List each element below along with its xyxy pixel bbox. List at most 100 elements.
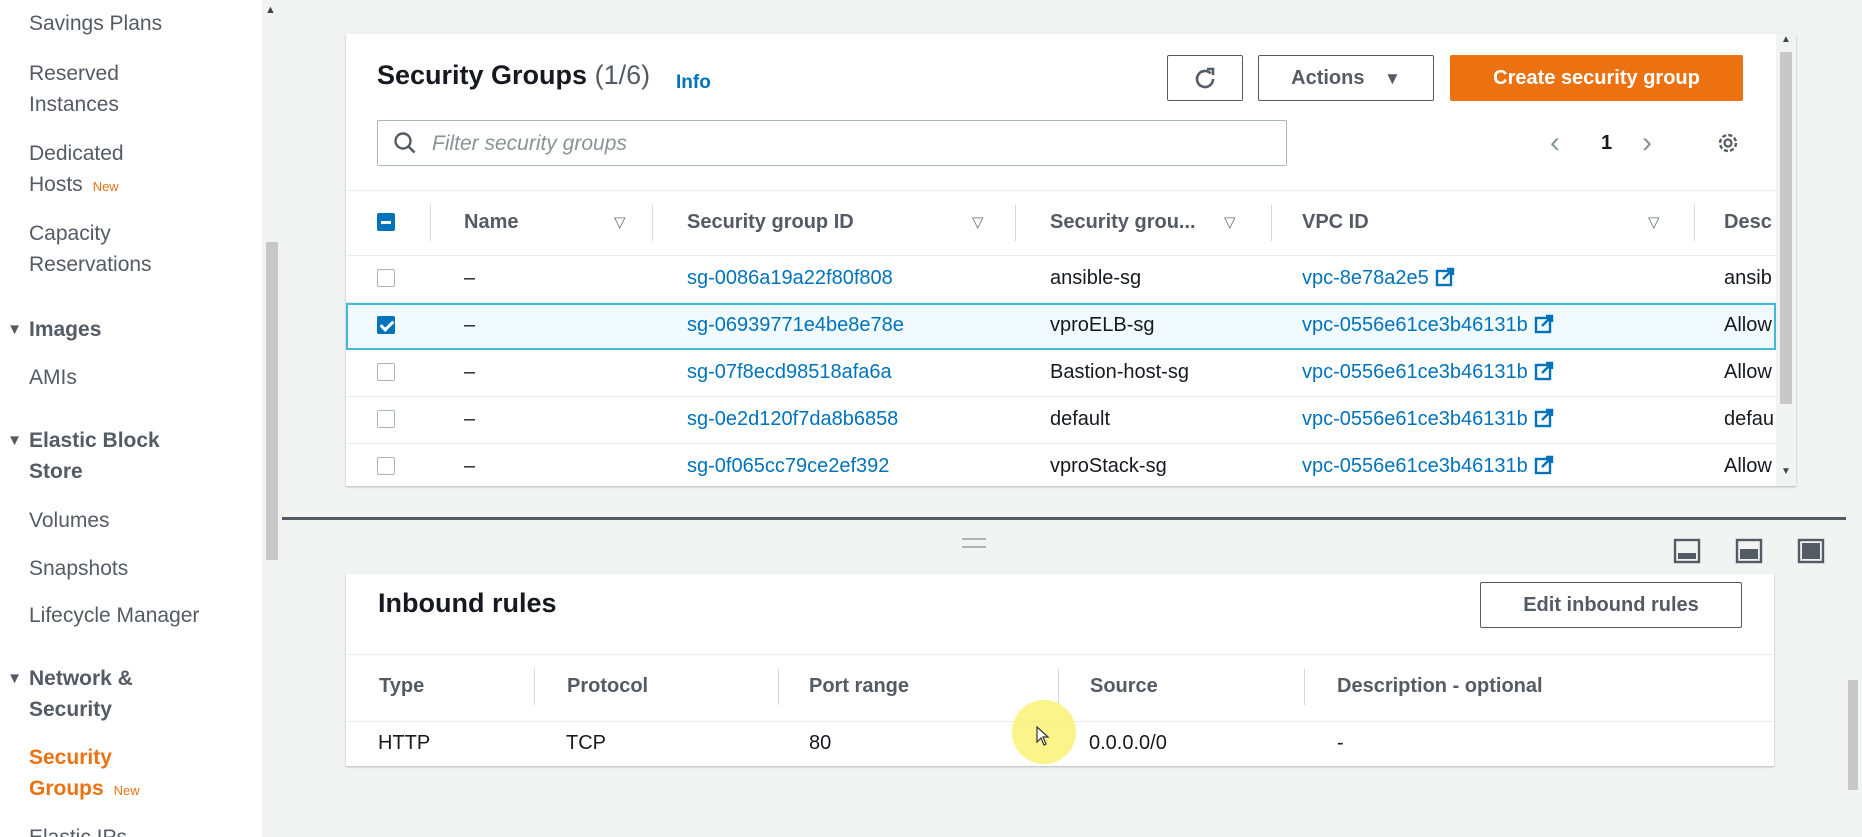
- filter-box[interactable]: [377, 120, 1287, 166]
- sidebar: Savings Plans Reserved Instances Dedicate…: [0, 0, 262, 837]
- sidebar-section-images[interactable]: ▼ Images: [0, 314, 101, 345]
- table-scrollbar[interactable]: ▲ ▼: [1776, 34, 1796, 486]
- security-groups-panel: Security Groups (1/6) Info Actions ▼ Cre…: [346, 34, 1796, 486]
- row-checkbox[interactable]: [377, 269, 395, 287]
- table-row[interactable]: – sg-07f8ecd98518afa6a Bastion-host-sg v…: [346, 350, 1776, 397]
- cell-description: ansib: [1724, 267, 1772, 289]
- sidebar-item-label: Elastic IPs: [29, 826, 127, 837]
- scroll-up-icon[interactable]: ▲: [265, 4, 276, 16]
- column-header-security-group-name[interactable]: Security grou...: [1050, 211, 1196, 234]
- split-divider[interactable]: [282, 517, 1846, 520]
- sidebar-section-elastic-block-store[interactable]: ▼ Elastic Block Store: [0, 425, 160, 487]
- page-number[interactable]: 1: [1601, 132, 1612, 155]
- row-checkbox[interactable]: [377, 457, 395, 475]
- sidebar-item-label: Lifecycle Manager: [29, 604, 200, 627]
- sidebar-section-label: Images: [29, 318, 102, 341]
- sidebar-item-dedicated-hosts[interactable]: Dedicated Hosts New: [29, 138, 124, 202]
- security-group-id-link[interactable]: sg-0086a19a22f80f808: [687, 267, 893, 290]
- security-group-id-link[interactable]: sg-06939771e4be8e78e: [687, 314, 904, 337]
- row-checkbox[interactable]: [377, 316, 395, 334]
- layout-split-icon[interactable]: [1735, 538, 1763, 564]
- inbound-rules-title: Inbound rules: [378, 588, 557, 618]
- cell-description: Allow: [1724, 361, 1772, 383]
- sidebar-item-security-groups[interactable]: Security Groups New: [29, 742, 140, 806]
- row-checkbox[interactable]: [377, 410, 395, 428]
- drag-handle-icon[interactable]: [962, 538, 986, 548]
- sort-icon[interactable]: ▽: [1648, 213, 1660, 231]
- sidebar-item-reserved-instances[interactable]: Reserved Instances: [29, 58, 119, 120]
- sort-icon[interactable]: ▽: [614, 213, 626, 231]
- cell-protocol: TCP: [566, 732, 606, 754]
- sidebar-item-savings-plans[interactable]: Savings Plans: [29, 8, 162, 39]
- layout-full-icon[interactable]: [1797, 538, 1825, 564]
- column-header-description[interactable]: Desc: [1724, 211, 1772, 234]
- sort-icon[interactable]: ▽: [972, 213, 984, 231]
- sidebar-item-capacity-reservations[interactable]: Capacity Reservations: [29, 218, 152, 280]
- sidebar-scrollbar[interactable]: ▲: [262, 0, 282, 837]
- column-header-port-range: Port range: [809, 675, 910, 697]
- external-link-icon: [1534, 314, 1553, 334]
- cursor-icon: [1036, 726, 1050, 746]
- column-divider: [1015, 205, 1016, 241]
- vpc-id-link[interactable]: vpc-0556e61ce3b46131b: [1302, 455, 1554, 478]
- sidebar-item-label-2: Hosts: [29, 173, 83, 196]
- column-header-source: Source: [1090, 675, 1158, 697]
- settings-icon[interactable]: [1714, 129, 1742, 157]
- column-header-protocol: Protocol: [567, 675, 649, 697]
- table-row[interactable]: – sg-0f065cc79ce2ef392 vproStack-sg vpc-…: [346, 444, 1776, 486]
- vpc-id-link[interactable]: vpc-0556e61ce3b46131b: [1302, 361, 1554, 384]
- security-group-id-link[interactable]: sg-0e2d120f7da8b6858: [687, 408, 898, 431]
- column-divider: [652, 205, 653, 241]
- cell-port-range: 80: [809, 732, 832, 754]
- sidebar-item-amis[interactable]: AMIs: [29, 362, 77, 393]
- table-row[interactable]: – sg-0086a19a22f80f808 ansible-sg vpc-8e…: [346, 256, 1776, 303]
- scroll-up-icon[interactable]: ▲: [1781, 34, 1791, 45]
- caret-down-icon: ▼: [7, 670, 22, 687]
- vpc-id-text: vpc-0556e61ce3b46131b: [1302, 314, 1528, 336]
- sidebar-item-label: Capacity: [29, 222, 111, 245]
- sidebar-section-label-2: Store: [29, 460, 83, 483]
- scroll-down-icon[interactable]: ▼: [1781, 466, 1791, 477]
- create-security-group-button[interactable]: Create security group: [1450, 55, 1743, 101]
- sidebar-item-elastic-ips[interactable]: Elastic IPs: [29, 822, 127, 837]
- sidebar-scroll-thumb[interactable]: [266, 242, 278, 560]
- select-all-checkbox[interactable]: [377, 213, 395, 231]
- table-row[interactable]: – sg-0e2d120f7da8b6858 default vpc-0556e…: [346, 397, 1776, 444]
- sidebar-item-label: Snapshots: [29, 557, 129, 580]
- row-checkbox[interactable]: [377, 363, 395, 381]
- sidebar-item-lifecycle-manager[interactable]: Lifecycle Manager: [29, 600, 199, 631]
- table-scroll-thumb[interactable]: [1780, 52, 1792, 404]
- sidebar-section-network-security[interactable]: ▼ Network & Security: [0, 663, 133, 725]
- column-header-vpc-id[interactable]: VPC ID: [1302, 211, 1369, 234]
- sidebar-item-snapshots[interactable]: Snapshots: [29, 553, 128, 584]
- filter-security-groups-input[interactable]: [430, 123, 1274, 165]
- sort-icon[interactable]: ▽: [1224, 213, 1236, 231]
- vpc-id-link[interactable]: vpc-8e78a2e5: [1302, 267, 1455, 290]
- caret-down-icon: ▼: [7, 432, 22, 449]
- table-row[interactable]: – sg-06939771e4be8e78e vproELB-sg vpc-05…: [346, 303, 1776, 350]
- cell-name: –: [464, 455, 476, 477]
- main-scrollbar[interactable]: [1846, 0, 1862, 837]
- chevron-left-icon[interactable]: ‹: [1550, 126, 1560, 160]
- info-link[interactable]: Info: [676, 72, 711, 94]
- chevron-right-icon[interactable]: ›: [1642, 126, 1652, 160]
- vpc-id-text: vpc-0556e61ce3b46131b: [1302, 455, 1528, 477]
- column-header-name[interactable]: Name: [464, 211, 518, 234]
- vpc-id-link[interactable]: vpc-0556e61ce3b46131b: [1302, 408, 1554, 431]
- column-header-security-group-id[interactable]: Security group ID: [687, 211, 854, 234]
- security-group-id-link[interactable]: sg-07f8ecd98518afa6a: [687, 361, 892, 384]
- caret-down-icon: ▼: [7, 321, 22, 338]
- main-scroll-thumb[interactable]: [1848, 680, 1858, 790]
- refresh-button[interactable]: [1167, 55, 1243, 101]
- security-group-id-link[interactable]: sg-0f065cc79ce2ef392: [687, 455, 889, 478]
- cell-group-name: ansible-sg: [1050, 267, 1142, 289]
- sidebar-item-label-2: Reservations: [29, 253, 152, 276]
- sidebar-item-volumes[interactable]: Volumes: [29, 505, 110, 536]
- layout-bottom-icon[interactable]: [1673, 538, 1701, 564]
- edit-inbound-rules-button[interactable]: Edit inbound rules: [1480, 582, 1742, 628]
- column-divider: [1304, 669, 1305, 705]
- cell-name: –: [464, 361, 476, 383]
- actions-dropdown[interactable]: Actions ▼: [1258, 55, 1434, 101]
- sidebar-section-label: Network &: [29, 667, 133, 690]
- vpc-id-link[interactable]: vpc-0556e61ce3b46131b: [1302, 314, 1554, 337]
